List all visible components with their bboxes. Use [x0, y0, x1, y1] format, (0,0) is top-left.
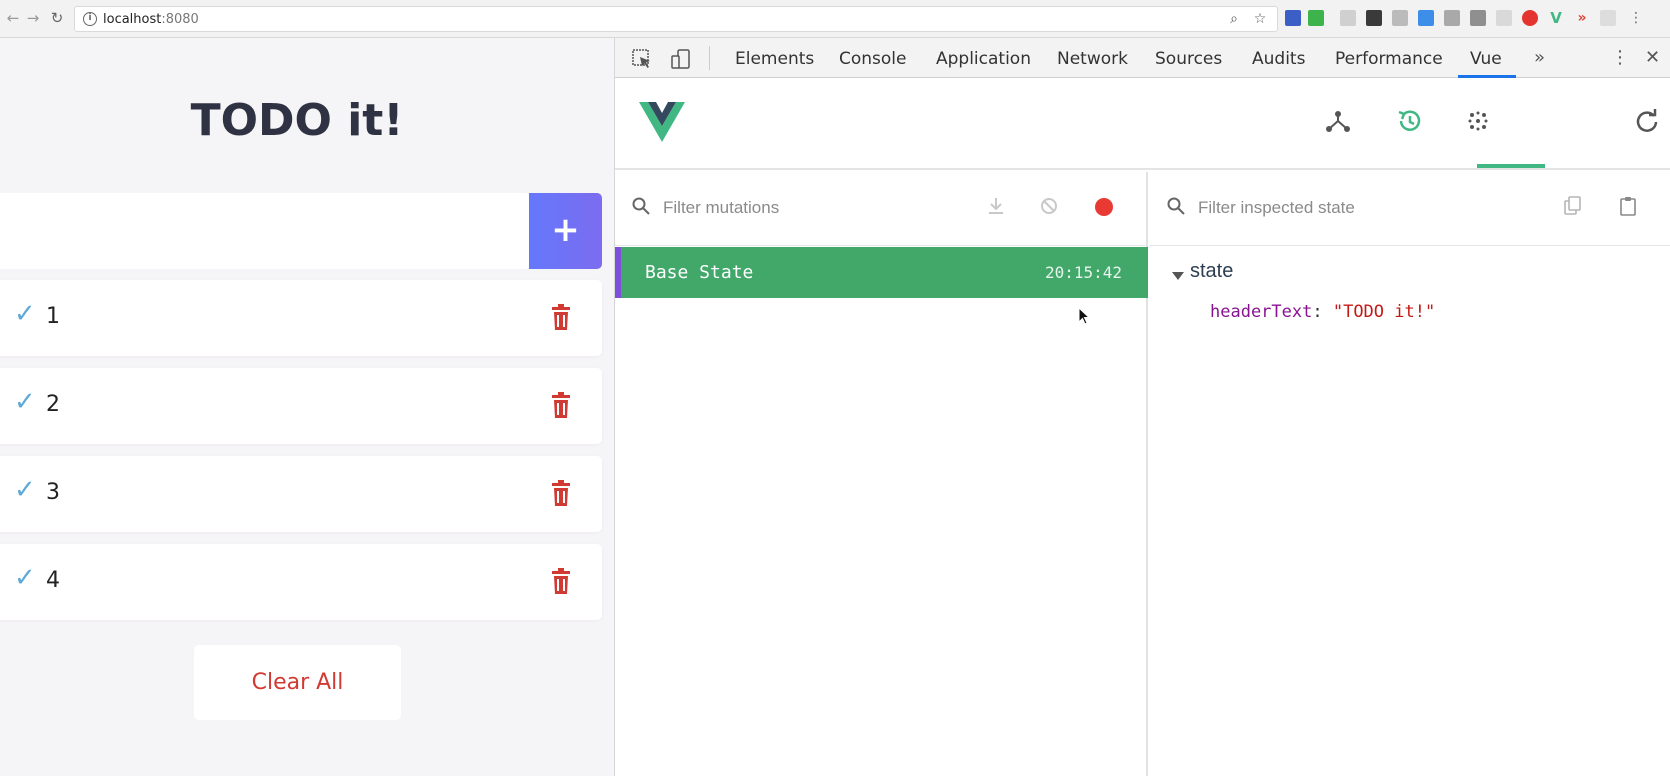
state-inspector-pane: Filter inspected state state headerText:…	[1150, 172, 1670, 776]
info-icon[interactable]: i	[83, 12, 97, 26]
page-title: TODO it!	[190, 95, 404, 146]
trash-icon[interactable]	[551, 304, 571, 330]
todo-app: TODO it! + ✓ 1 ✓ 2 ✓ 3 ✓ 4 Clear All	[0, 38, 614, 776]
expand-toggle-icon[interactable]	[1172, 272, 1184, 280]
state-key: headerText	[1210, 302, 1313, 322]
vue-extension-icon[interactable]: V	[1548, 10, 1564, 26]
trash-icon[interactable]	[551, 480, 571, 506]
search-icon	[632, 197, 650, 215]
mutation-name: Base State	[645, 262, 754, 283]
check-icon[interactable]: ✓	[14, 476, 42, 504]
extension-icon[interactable]: »	[1574, 10, 1590, 26]
copy-icon[interactable]	[1562, 195, 1584, 217]
clear-all-button[interactable]: Clear All	[194, 645, 401, 720]
devtools-toolbar: Elements Console Application Network Sou…	[615, 38, 1670, 78]
active-view-indicator	[1477, 164, 1545, 168]
add-todo-button[interactable]: +	[529, 193, 602, 269]
extension-icon[interactable]	[1496, 10, 1512, 26]
more-tabs-icon[interactable]: »	[1534, 47, 1545, 68]
extension-icon[interactable]	[1418, 10, 1434, 26]
todo-text: 1	[46, 304, 60, 329]
check-icon[interactable]: ✓	[14, 388, 42, 416]
tab-elements[interactable]: Elements	[735, 49, 814, 69]
todo-item: ✓ 3	[0, 456, 602, 532]
devtools-menu-icon[interactable]: ⋮	[1611, 47, 1629, 68]
url-host: localhost	[103, 12, 162, 27]
mutations-filter-input[interactable]: Filter mutations	[663, 198, 779, 218]
toolbar-divider	[709, 46, 710, 70]
extension-icon[interactable]	[1600, 10, 1616, 26]
state-filter-input[interactable]: Filter inspected state	[1198, 198, 1355, 218]
mutations-pane: Filter mutations Base State 20:15:42	[615, 172, 1148, 776]
zoom-icon[interactable]: ⌕	[1225, 10, 1243, 28]
todo-text: 4	[46, 568, 60, 593]
extension-icon[interactable]	[1285, 10, 1301, 26]
tab-sources[interactable]: Sources	[1155, 49, 1222, 69]
tab-network[interactable]: Network	[1057, 49, 1128, 69]
back-arrow-icon[interactable]: ←	[4, 9, 22, 27]
tab-vue[interactable]: Vue	[1470, 49, 1502, 69]
trash-icon[interactable]	[551, 568, 571, 594]
reload-icon[interactable]: ↻	[48, 9, 66, 27]
extension-icon[interactable]	[1444, 10, 1460, 26]
extension-icon[interactable]	[1340, 10, 1356, 26]
close-icon[interactable]: ✕	[1645, 47, 1660, 68]
mutation-timestamp: 20:15:42	[1044, 263, 1122, 282]
tab-audits[interactable]: Audits	[1252, 49, 1305, 69]
todo-item: ✓ 2	[0, 368, 602, 444]
devtools-panel: Elements Console Application Network Sou…	[614, 38, 1670, 776]
refresh-icon[interactable]	[1632, 106, 1662, 136]
state-colon: :	[1312, 302, 1333, 322]
browser-toolbar: ← → ↻ i localhost:8080 ⌕ ☆ V » ⋮	[0, 0, 1670, 38]
trash-icon[interactable]	[551, 392, 571, 418]
check-icon[interactable]: ✓	[14, 300, 42, 328]
mutations-filter-bar: Filter mutations	[615, 172, 1146, 246]
address-bar[interactable]: i localhost:8080 ⌕ ☆	[74, 6, 1278, 32]
device-toggle-icon[interactable]	[670, 48, 692, 70]
todo-text: 3	[46, 480, 60, 505]
opera-icon[interactable]	[1522, 10, 1538, 26]
download-icon[interactable]	[985, 195, 1007, 217]
todo-input[interactable]	[0, 193, 530, 269]
state-entry: headerText: "TODO it!"	[1210, 302, 1435, 322]
vuex-history-icon[interactable]	[1395, 106, 1425, 136]
events-icon[interactable]	[1463, 106, 1493, 136]
url-text: localhost:8080	[103, 12, 199, 27]
mouse-cursor-icon	[1078, 307, 1091, 325]
url-port: :8080	[161, 12, 199, 27]
vue-devtools-header	[615, 78, 1670, 170]
todo-text: 2	[46, 392, 60, 417]
bookmark-star-icon[interactable]: ☆	[1251, 10, 1269, 28]
mutation-row-selected[interactable]: Base State 20:15:42	[615, 247, 1148, 298]
check-icon[interactable]: ✓	[14, 564, 42, 592]
components-tree-icon[interactable]	[1323, 106, 1353, 136]
todo-item: ✓ 1	[0, 280, 602, 356]
state-value: "TODO it!"	[1332, 302, 1436, 322]
vue-logo-icon	[639, 102, 685, 142]
state-filter-bar: Filter inspected state	[1150, 172, 1670, 246]
record-icon[interactable]	[1095, 198, 1113, 216]
tab-console[interactable]: Console	[839, 49, 907, 69]
clear-mutations-icon[interactable]	[1038, 195, 1060, 217]
todo-item: ✓ 4	[0, 544, 602, 620]
state-root-label: state	[1190, 260, 1234, 282]
search-icon	[1167, 197, 1185, 215]
tab-application[interactable]: Application	[936, 49, 1031, 69]
paste-icon[interactable]	[1617, 195, 1639, 217]
extension-icon[interactable]	[1308, 10, 1324, 26]
pocket-icon[interactable]	[1366, 10, 1382, 26]
chrome-menu-icon[interactable]: ⋮	[1628, 10, 1644, 26]
forward-arrow-icon[interactable]: →	[24, 9, 42, 27]
inspect-element-icon[interactable]	[631, 48, 653, 70]
tab-performance[interactable]: Performance	[1335, 49, 1443, 69]
extension-icon[interactable]	[1470, 10, 1486, 26]
extension-icon[interactable]	[1392, 10, 1408, 26]
